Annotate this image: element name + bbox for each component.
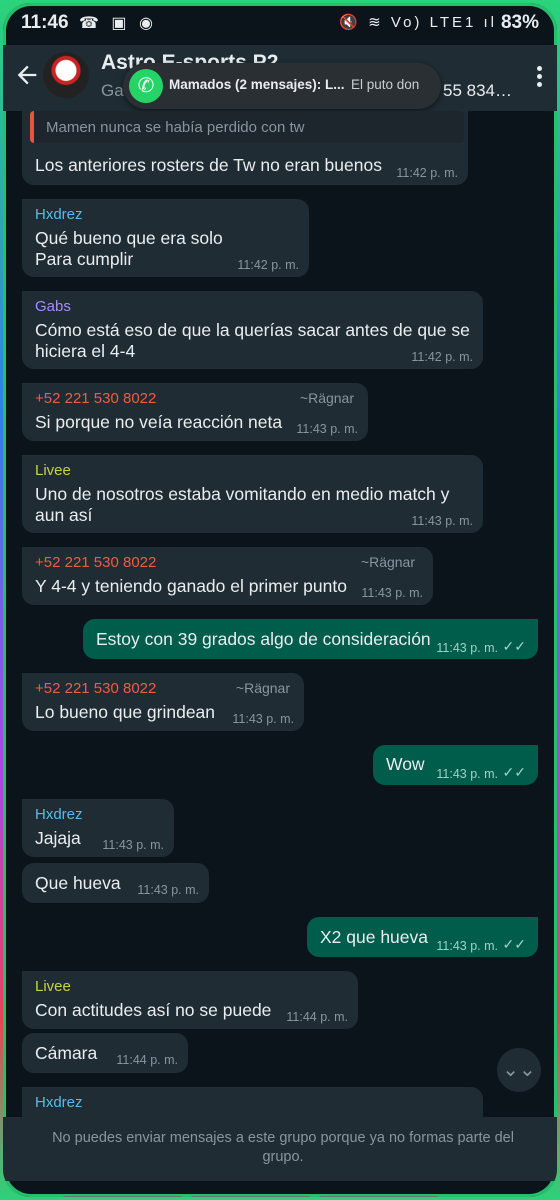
message-text: Cámara bbox=[35, 1043, 98, 1063]
status-bar: 11:46 ☎ ▣ ◉ 🔇 ≋ Vo) LTE1 ıl 83% bbox=[3, 3, 557, 45]
message-time: 11:42 p. m. bbox=[396, 166, 458, 180]
message-bubble-outgoing[interactable]: Wow 11:43 p. m. ✓✓ bbox=[373, 745, 538, 785]
notification-text: El puto don bbox=[351, 77, 420, 92]
message-text: Y 4-4 y teniendo ganado el primer punto bbox=[35, 576, 347, 596]
back-arrow-icon[interactable] bbox=[13, 61, 41, 89]
removed-notice: No puedes enviar mensajes a este grupo p… bbox=[52, 1130, 514, 1165]
message-bubble[interactable]: Mamen nunca se había perdido con tw Los … bbox=[22, 111, 468, 185]
message-text: Lo bueno que grindean bbox=[35, 702, 216, 722]
more-options-icon[interactable] bbox=[535, 63, 543, 90]
phone-screen: 11:46 ☎ ▣ ◉ 🔇 ≋ Vo) LTE1 ıl 83% Astro E-… bbox=[3, 3, 557, 1197]
message-time: 11:44 p. m. bbox=[286, 1010, 348, 1024]
notification-title: Mamados (2 mensajes): L... bbox=[169, 77, 345, 92]
group-subtitle: Ga bbox=[101, 81, 124, 100]
message-time: 11:43 p. m. bbox=[361, 586, 423, 600]
sender-name[interactable]: Gabs bbox=[35, 298, 71, 315]
message-time: 11:43 p. m. bbox=[411, 514, 473, 528]
message-text: Wow bbox=[386, 754, 425, 774]
quoted-message[interactable]: Mamen nunca se había perdido con tw bbox=[30, 111, 464, 143]
status-time: 11:46 bbox=[21, 12, 69, 33]
read-receipt-icon: ✓✓ bbox=[502, 638, 526, 654]
message-text: X2 que hueva bbox=[320, 927, 429, 947]
sender-name[interactable]: +52 221 530 8022 bbox=[35, 554, 156, 571]
message-text: Si porque no veía reacción neta bbox=[35, 412, 283, 432]
message-bubble-outgoing[interactable]: X2 que hueva 11:43 p. m. ✓✓ bbox=[307, 917, 538, 957]
notification-popup[interactable]: ✆ Mamados (2 mensajes): L... El puto don bbox=[123, 63, 441, 109]
gesture-nav-bar[interactable] bbox=[63, 1187, 503, 1197]
message-text: Qué bueno que era solo Para cumplir bbox=[35, 228, 223, 269]
message-bubble[interactable]: +52 221 530 8022 ~Rägnar Si porque no ve… bbox=[22, 383, 368, 441]
message-time: 11:44 p. m. bbox=[116, 1053, 178, 1067]
sender-alias: ~Rägnar bbox=[360, 554, 415, 570]
message-bubble[interactable]: Livee Uno de nosotros estaba vomitando e… bbox=[22, 455, 483, 533]
read-only-footer: No puedes enviar mensajes a este grupo p… bbox=[3, 1117, 557, 1181]
double-chevron-down-icon: ⌄⌄ bbox=[502, 1059, 536, 1081]
message-bubble[interactable]: +52 221 530 8022 ~Rägnar Y 4-4 y teniend… bbox=[22, 547, 433, 605]
sender-name[interactable]: Hxdrez bbox=[35, 806, 83, 823]
quoted-text: Mamen nunca se había perdido con tw bbox=[46, 119, 305, 136]
scroll-to-bottom-button[interactable]: ⌄⌄ bbox=[497, 1048, 541, 1092]
message-time: 11:43 p. m. bbox=[296, 422, 358, 436]
message-bubble[interactable]: Hxdrez bbox=[22, 1087, 483, 1117]
message-bubble[interactable]: Gabs Cómo está eso de que la querías sac… bbox=[22, 291, 483, 369]
system-icons: 🔇 ≋ Vo) LTE1 ıl bbox=[339, 14, 497, 31]
message-list[interactable]: Mamen nunca se había perdido con tw Los … bbox=[3, 111, 557, 1117]
notification-icons: ☎ ▣ ◉ bbox=[79, 15, 157, 32]
message-text: Los anteriores rosters de Tw no eran bue… bbox=[35, 155, 382, 175]
message-time: 11:42 p. m. bbox=[237, 258, 299, 272]
sender-name[interactable]: Hxdrez bbox=[35, 1094, 83, 1111]
sender-alias: ~Rägnar bbox=[299, 390, 354, 406]
message-text: Uno de nosotros estaba vomitando en medi… bbox=[35, 484, 450, 525]
message-text: Que hueva bbox=[35, 873, 121, 893]
message-text: Jajaja bbox=[35, 828, 81, 848]
message-text: Estoy con 39 grados algo de consideració… bbox=[96, 629, 431, 649]
sender-name[interactable]: Livee bbox=[35, 978, 71, 995]
message-text: Cómo está eso de que la querías sacar an… bbox=[35, 320, 470, 361]
group-subtitle-end: 55 834… bbox=[443, 81, 512, 100]
message-time: 11:43 p. m. bbox=[436, 767, 498, 781]
group-avatar[interactable] bbox=[43, 52, 89, 98]
message-bubble[interactable]: Hxdrez Jajaja 11:43 p. m. bbox=[22, 799, 174, 857]
message-time: 11:43 p. m. bbox=[102, 838, 164, 852]
message-time: 11:43 p. m. bbox=[232, 712, 294, 726]
message-time: 11:43 p. m. bbox=[436, 939, 498, 953]
message-text: Con actitudes así no se puede bbox=[35, 1000, 272, 1020]
message-bubble-outgoing[interactable]: Estoy con 39 grados algo de consideració… bbox=[83, 619, 538, 659]
message-time: 11:43 p. m. bbox=[436, 641, 498, 655]
sender-name[interactable]: Hxdrez bbox=[35, 206, 83, 223]
message-bubble[interactable]: Livee Con actitudes así no se puede 11:4… bbox=[22, 971, 358, 1029]
message-time: 11:43 p. m. bbox=[137, 883, 199, 897]
sender-name[interactable]: Livee bbox=[35, 462, 71, 479]
sender-name[interactable]: +52 221 530 8022 bbox=[35, 680, 156, 697]
sender-alias: ~Rägnar bbox=[235, 680, 290, 696]
message-bubble[interactable]: +52 221 530 8022 ~Rägnar Lo bueno que gr… bbox=[22, 673, 304, 731]
sender-name[interactable]: +52 221 530 8022 bbox=[35, 390, 156, 407]
whatsapp-icon: ✆ bbox=[129, 69, 163, 103]
message-bubble[interactable]: Que hueva 11:43 p. m. bbox=[22, 863, 209, 903]
message-time: 11:42 p. m. bbox=[411, 350, 473, 364]
read-receipt-icon: ✓✓ bbox=[502, 936, 526, 952]
message-bubble[interactable]: Hxdrez Qué bueno que era solo Para cumpl… bbox=[22, 199, 309, 277]
read-receipt-icon: ✓✓ bbox=[502, 764, 526, 780]
battery-level: 83% bbox=[500, 12, 539, 33]
message-bubble[interactable]: Cámara 11:44 p. m. bbox=[22, 1033, 188, 1073]
